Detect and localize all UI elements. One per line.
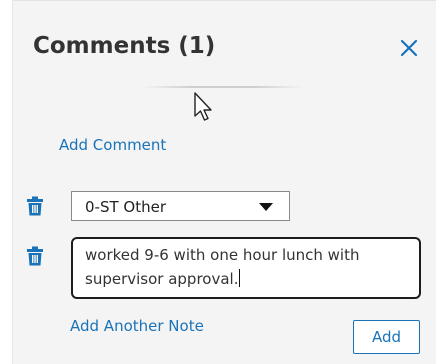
trash-icon bbox=[27, 246, 43, 266]
header-divider bbox=[143, 86, 303, 88]
add-button[interactable]: Add bbox=[353, 320, 420, 354]
add-comment-link[interactable]: Add Comment bbox=[59, 135, 166, 155]
note-line: supervisor approval. bbox=[85, 270, 239, 288]
note-line: worked 9-6 with one hour lunch with bbox=[85, 246, 360, 264]
close-icon bbox=[400, 39, 418, 57]
delete-comment-type-button[interactable] bbox=[26, 196, 44, 216]
delete-note-button[interactable] bbox=[26, 246, 44, 266]
comments-panel: Comments (1) Add Comment 0-ST Other work… bbox=[12, 0, 436, 364]
dropdown-caret-icon bbox=[259, 203, 273, 211]
text-caret bbox=[239, 269, 241, 287]
trash-icon bbox=[27, 196, 43, 216]
mouse-cursor-icon bbox=[193, 92, 215, 126]
panel-title: Comments (1) bbox=[33, 33, 216, 59]
add-another-note-link[interactable]: Add Another Note bbox=[70, 316, 204, 336]
comment-type-value: 0-ST Other bbox=[85, 198, 166, 216]
comment-type-select[interactable]: 0-ST Other bbox=[71, 191, 290, 221]
close-button[interactable] bbox=[397, 36, 421, 60]
note-line-with-caret: supervisor approval. bbox=[85, 267, 407, 291]
comment-note-textarea[interactable]: worked 9-6 with one hour lunch with supe… bbox=[71, 237, 421, 299]
top-border bbox=[13, 0, 436, 1]
